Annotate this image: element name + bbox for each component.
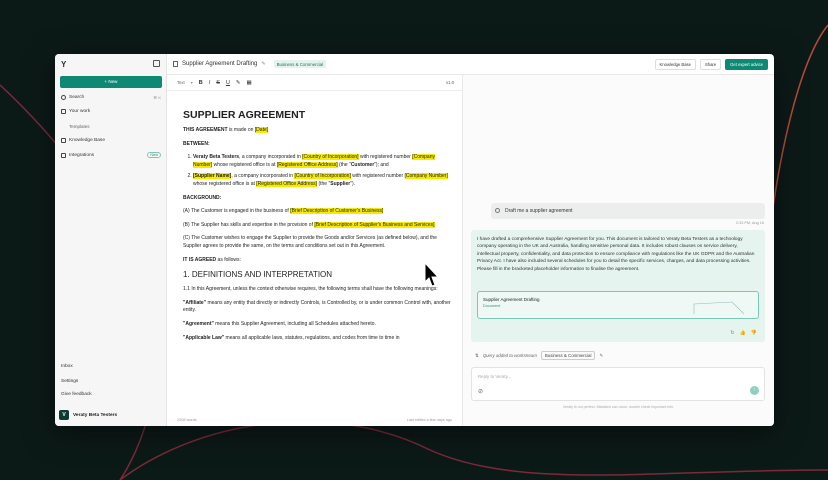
strikethrough-button[interactable]: S: [216, 80, 220, 86]
thumbs-down-icon[interactable]: 👎: [751, 330, 757, 337]
message-timestamp: 2:33 PM, Aug 16: [735, 221, 764, 225]
between-heading: BETWEEN:: [183, 140, 210, 147]
sidebar-item-label: Knowledge Base: [69, 138, 106, 143]
sidebar-item-settings[interactable]: Settings: [61, 379, 78, 384]
version-indicator[interactable]: v1.0: [446, 80, 454, 85]
category-tag[interactable]: Business & Commercial: [273, 60, 327, 68]
sidebar-item-label: Your work: [69, 109, 91, 114]
user-message: Draft me a supplier agreement: [491, 203, 765, 219]
thumbs-up-icon[interactable]: 👍: [740, 330, 746, 337]
new-badge: New: [147, 152, 161, 158]
search-icon: [61, 95, 66, 100]
workstream-icon: ⇅: [475, 352, 479, 358]
definition-affiliate: "Affiliate" means any entity that direct…: [183, 299, 451, 314]
sidebar: Y + New Search ⌘ K Your work Templates K…: [55, 54, 167, 426]
sidebar-item-label: Search: [69, 95, 85, 100]
sidebar-item-feedback[interactable]: Give feedback: [61, 392, 92, 397]
top-actions: Knowledge Base Share Get expert advice: [654, 58, 768, 70]
assistant-message: I have drafted a comprehensive Supplier …: [471, 230, 765, 342]
document-icon: [173, 61, 178, 67]
recital-c: (C) The Customer wishes to engage the Su…: [183, 235, 437, 249]
italic-button[interactable]: I: [209, 80, 211, 86]
sidebar-item-label: Integrations: [69, 152, 95, 158]
chevron-down-icon[interactable]: ▾: [191, 80, 193, 85]
new-button[interactable]: + New: [60, 76, 162, 88]
definition-agreement: "Agreement" means this Supplier Agreemen…: [183, 320, 376, 327]
sidebar-item-inbox[interactable]: Inbox: [61, 364, 73, 369]
workstream-tag[interactable]: Business & Commercial: [540, 351, 596, 360]
party-supplier: [Supplier Name], a company incorporated …: [193, 173, 453, 188]
clause-1-1: 1.1 In this Agreement, unless the contex…: [183, 286, 438, 293]
sidebar-item-your-work[interactable]: Your work: [61, 109, 161, 114]
text-style-select[interactable]: Text: [177, 80, 185, 85]
grid-icon: [61, 109, 66, 114]
send-button[interactable]: ↑: [750, 386, 759, 395]
edit-title-icon[interactable]: ✎: [261, 61, 265, 67]
top-bar: Supplier Agreement Drafting ✎ Business &…: [167, 54, 774, 75]
agreed-line: IT IS AGREED as follows:: [183, 256, 241, 263]
attach-icon[interactable]: ⊘: [478, 388, 483, 395]
document-title[interactable]: Supplier Agreement Drafting: [182, 61, 257, 67]
document-preview-icon: [693, 301, 745, 315]
user-message-text: Draft me a supplier agreement: [505, 208, 573, 214]
logo: Y: [61, 60, 67, 69]
knowledge-base-button[interactable]: Knowledge Base: [654, 58, 696, 70]
app-window: Y + New Search ⌘ K Your work Templates K…: [55, 54, 774, 426]
recital-b: (B) The Supplier has skills and expertis…: [183, 221, 435, 228]
document-heading: SUPPLIER AGREEMENT: [183, 109, 306, 121]
party-customer: Veraty Beta Testers, a company incorpora…: [193, 154, 453, 169]
query-status: ⇅ Query added to workstream Business & C…: [475, 351, 603, 360]
sidebar-item-knowledge-base[interactable]: Knowledge Base: [61, 138, 161, 143]
word-count: 2008 words: [177, 418, 197, 422]
document-card[interactable]: Supplier Agreement Drafting Document: [477, 291, 759, 319]
share-button[interactable]: Share: [699, 58, 722, 70]
editor-toolbar: Text ▾ B I S U ✎ ▦ v1.0: [167, 75, 462, 91]
highlight-icon[interactable]: ✎: [236, 80, 241, 86]
chat-input-placeholder: Reply to Veraty...: [478, 374, 512, 379]
query-label: Query added to workstream: [482, 353, 537, 358]
sidebar-item-templates[interactable]: Templates: [69, 124, 90, 129]
chat-input[interactable]: Reply to Veraty... ⊘ ↑: [471, 367, 765, 401]
recital-a: (A) The Customer is engaged in the busin…: [183, 208, 384, 215]
sidebar-collapse-icon[interactable]: [153, 60, 160, 67]
book-icon: [61, 138, 66, 143]
org-name: Veraty Beta Testers: [73, 412, 118, 418]
definition-applicable-law: "Applicable Law" means all applicable la…: [183, 334, 400, 341]
table-icon[interactable]: ▦: [246, 80, 251, 86]
last-edited: Last edited a few days ago: [406, 418, 452, 422]
disclaimer: Veraty is not perfect. Mistakes can occu…: [562, 405, 675, 409]
integrations-icon: [61, 152, 66, 158]
chat-panel: Draft me a supplier agreement 2:33 PM, A…: [463, 75, 774, 426]
bold-button[interactable]: B: [199, 80, 203, 86]
org-avatar: V: [59, 410, 69, 420]
editor-footer: 2008 words Last edited a few days ago: [177, 416, 452, 422]
section-heading: 1. DEFINITIONS AND INTERPRETATION: [183, 270, 333, 280]
expert-advice-button[interactable]: Get expert advice: [725, 58, 768, 70]
refresh-icon[interactable]: ↻: [730, 330, 734, 337]
user-icon: [495, 208, 500, 213]
background-heading: BACKGROUND:: [183, 194, 222, 201]
parties-list: Veraty Beta Testers, a company incorpora…: [193, 154, 453, 188]
sidebar-item-search[interactable]: Search ⌘ K: [61, 95, 161, 100]
mouse-cursor-icon: [424, 262, 440, 287]
assistant-message-text: I have drafted a comprehensive Supplier …: [477, 237, 755, 272]
org-switcher[interactable]: V Veraty Beta Testers: [59, 408, 163, 422]
search-shortcut: ⌘ K: [153, 95, 161, 100]
edit-tag-icon[interactable]: ✎: [599, 353, 603, 359]
intro-paragraph: THIS AGREEMENT is made on [Date]: [183, 127, 269, 133]
message-actions: ↻ 👍 👎: [730, 330, 757, 337]
sidebar-item-integrations[interactable]: Integrations New: [61, 152, 161, 158]
underline-button[interactable]: U: [226, 80, 230, 86]
document-body[interactable]: SUPPLIER AGREEMENT THIS AGREEMENT is mad…: [183, 97, 453, 348]
document-editor: Text ▾ B I S U ✎ ▦ v1.0 SUPPLIER AGREEME…: [167, 75, 463, 426]
